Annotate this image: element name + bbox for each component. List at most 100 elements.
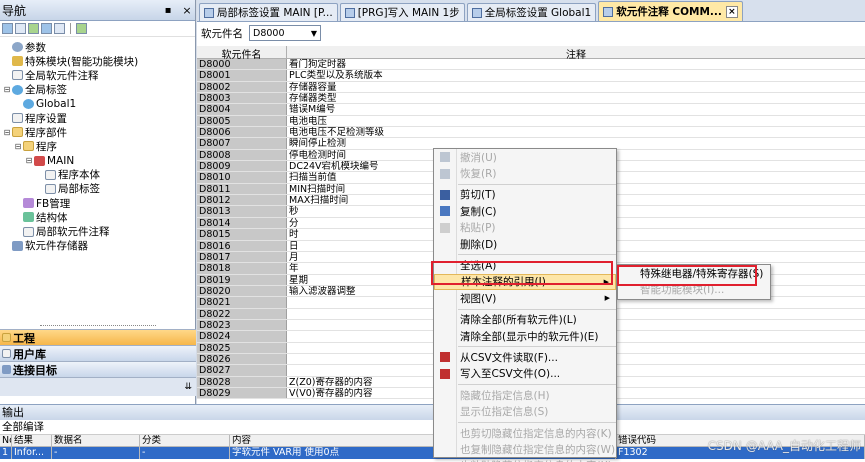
device-cell[interactable]: D8009 <box>197 161 287 172</box>
collapse-toggle-icon[interactable]: ⊟ <box>2 128 12 137</box>
device-cell[interactable]: D8018 <box>197 263 287 274</box>
tab-prg-main[interactable]: [PRG]写入 MAIN 1步 <box>339 3 465 21</box>
device-cell[interactable]: D8025 <box>197 342 287 354</box>
device-cell[interactable]: D8017 <box>197 251 287 263</box>
tab-device-comment[interactable]: 软元件注释 COMM... × <box>598 1 743 21</box>
tree-item[interactable]: FB管理 <box>0 196 195 210</box>
device-name-dropdown[interactable]: D8000 ▼ <box>249 25 321 41</box>
tree-item[interactable]: ⊟ MAIN <box>0 154 195 168</box>
device-cell[interactable]: D8022 <box>197 308 287 320</box>
menu-item[interactable]: 清除全部(显示中的软元件)(E) <box>434 328 616 344</box>
tab-local-label-main[interactable]: 局部标签设置 MAIN [P... <box>199 3 338 21</box>
tree-item[interactable]: 程序本体 <box>0 168 195 182</box>
comment-cell[interactable]: 电池电压不足检测等级 <box>287 127 865 137</box>
device-cell[interactable]: D8024 <box>197 331 287 342</box>
submenu-item[interactable]: 特殊继电器/特殊寄存器(S) <box>618 265 770 281</box>
tree-item[interactable]: 软元件存储器 <box>0 239 195 253</box>
filter-icon[interactable] <box>76 23 87 34</box>
table-row[interactable]: D8005 电池电压 <box>197 115 865 128</box>
comment-cell[interactable]: 错误M编号 <box>287 104 865 114</box>
device-cell[interactable]: D8019 <box>197 274 287 286</box>
device-cell[interactable]: D8020 <box>197 285 287 297</box>
tree-item[interactable]: 全局软元件注释 <box>0 68 195 82</box>
tree-item[interactable]: Global1 <box>0 97 195 111</box>
pin-icon[interactable]: ▪ <box>157 5 179 16</box>
table-row[interactable]: D8001 PLC类型以及系统版本 <box>197 70 865 82</box>
comment-cell[interactable]: 看门狗定时器 <box>287 59 865 69</box>
tab-global-label[interactable]: 全局标签设置 Global1 <box>466 3 597 21</box>
device-cell[interactable]: D8008 <box>197 149 287 161</box>
device-cell[interactable]: D8014 <box>197 217 287 229</box>
device-cell[interactable]: D8026 <box>197 353 287 365</box>
menu-item[interactable]: 清除全部(所有软元件)(L) <box>434 312 616 328</box>
device-cell[interactable]: D8016 <box>197 240 287 252</box>
collapse-toggle-icon[interactable]: ⊟ <box>2 85 12 94</box>
device-cell[interactable]: D8001 <box>197 70 287 81</box>
tree-item[interactable]: ⊟ 程序部件 <box>0 125 195 139</box>
tree-item[interactable]: 程序设置 <box>0 111 195 125</box>
tree-item[interactable]: ⊟ 程序 <box>0 139 195 153</box>
device-cell[interactable]: D8023 <box>197 319 287 331</box>
device-cell[interactable]: D8028 <box>197 376 287 388</box>
device-cell[interactable]: D8004 <box>197 104 287 115</box>
close-icon[interactable]: × <box>179 4 195 17</box>
output-col-category[interactable]: 分类 <box>140 435 230 446</box>
menu-item[interactable]: 复制(C) <box>434 203 616 219</box>
output-col-no[interactable]: No. <box>0 435 12 446</box>
device-cell[interactable]: D8005 <box>197 115 287 127</box>
new-data-icon[interactable] <box>28 23 39 34</box>
table-row[interactable]: D8002 存储器容量 <box>197 81 865 94</box>
tree-item[interactable]: ⊟ 全局标签 <box>0 83 195 97</box>
device-cell[interactable]: D8007 <box>197 138 287 149</box>
expand-all-icon[interactable] <box>2 23 13 34</box>
device-cell[interactable]: D8011 <box>197 183 287 195</box>
collapse-all-icon[interactable] <box>15 23 26 34</box>
tree-item[interactable]: 结构体 <box>0 210 195 224</box>
device-cell[interactable]: D8015 <box>197 229 287 240</box>
device-cell[interactable]: D8002 <box>197 81 287 93</box>
menu-item[interactable]: 从CSV文件读取(F)... <box>434 349 616 365</box>
menu-item[interactable]: 写入至CSV文件(O)... <box>434 366 616 382</box>
properties-icon[interactable] <box>41 23 52 34</box>
table-row[interactable]: D8004 错误M编号 <box>197 104 865 116</box>
device-cell[interactable]: D8027 <box>197 365 287 376</box>
table-row[interactable]: D8006 电池电压不足检测等级 <box>197 127 865 139</box>
nav-tab-connection[interactable]: 连接目标 <box>0 361 196 377</box>
tree-item[interactable]: 特殊模块(智能功能模块) <box>0 54 195 68</box>
menu-item[interactable]: 视图(V) ▶ <box>434 290 616 306</box>
close-tab-icon[interactable]: × <box>725 5 738 18</box>
menu-item[interactable]: 删除(D) <box>434 236 616 252</box>
nav-tab-project[interactable]: 工程 <box>0 329 196 345</box>
nav-tab-user-library[interactable]: 用户库 <box>0 345 196 361</box>
collapse-toggle-icon[interactable]: ⊟ <box>24 156 34 165</box>
output-col-result[interactable]: 结果 <box>12 435 52 446</box>
folder-icon <box>23 141 34 152</box>
comment-cell[interactable]: 电池电压 <box>287 116 865 126</box>
tree-item[interactable]: 参数 <box>0 40 195 54</box>
tree-item[interactable]: 局部软元件注释 <box>0 224 195 238</box>
device-cell[interactable]: D8010 <box>197 172 287 183</box>
device-cell[interactable]: D8013 <box>197 206 287 217</box>
table-row[interactable]: D8000 看门狗定时器 <box>197 59 865 71</box>
table-row[interactable]: D8003 存储器类型 <box>197 93 865 105</box>
menu-item[interactable]: 全选(A) <box>434 257 616 273</box>
tree-item[interactable]: 局部标签 <box>0 182 195 196</box>
menu-item[interactable]: 剪切(T) <box>434 187 616 203</box>
nav-tabs-menu[interactable]: ⇊ <box>0 377 196 396</box>
device-cell[interactable]: D8006 <box>197 127 287 138</box>
comment-cell[interactable]: 存储器容量 <box>287 82 865 92</box>
refresh-icon[interactable] <box>54 23 65 34</box>
device-cell[interactable]: D8012 <box>197 195 287 206</box>
comment-cell[interactable]: PLC类型以及系统版本 <box>287 70 865 80</box>
device-cell[interactable]: D8003 <box>197 93 287 104</box>
comment-cell[interactable]: 存储器类型 <box>287 93 865 103</box>
collapse-toggle-icon[interactable]: ⊟ <box>13 142 23 151</box>
device-cell[interactable]: D8021 <box>197 297 287 308</box>
column-header-comment[interactable]: 注释 <box>287 46 865 61</box>
column-header-device[interactable]: 软元件名 <box>197 46 287 61</box>
menu-item[interactable]: 样本注释的引用(I) ▶ <box>434 273 616 291</box>
device-cell[interactable]: D8000 <box>197 59 287 70</box>
device-cell[interactable]: D8029 <box>197 387 287 399</box>
doc-icon <box>12 113 23 124</box>
output-col-data-name[interactable]: 数据名 <box>52 435 140 446</box>
